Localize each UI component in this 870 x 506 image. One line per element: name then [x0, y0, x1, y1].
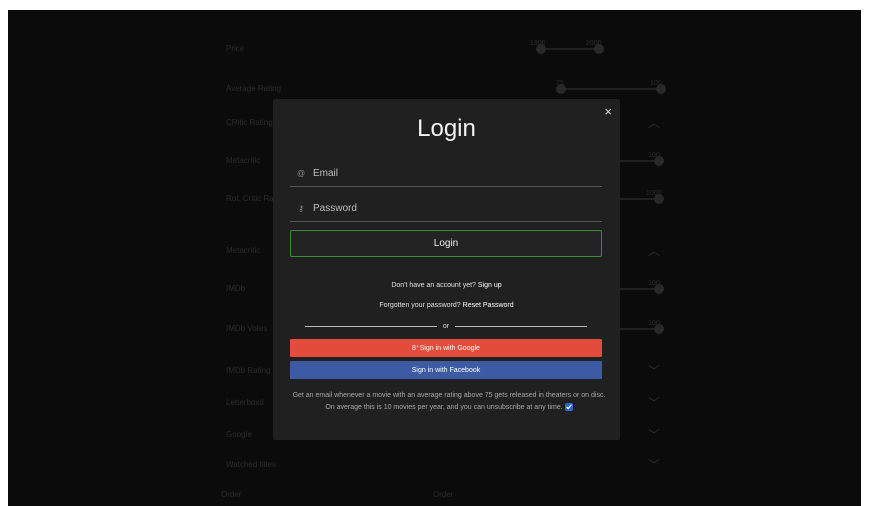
divider-line — [455, 325, 588, 327]
filter-slider: 100 — [618, 280, 664, 294]
filter-label: Price — [226, 44, 245, 53]
filter-slider: 1000 — [618, 190, 664, 204]
filter-slider: 100 — [618, 320, 664, 334]
filter-label: IMDb Rating — [226, 366, 271, 375]
google-signin-label: Sign in with Google — [419, 344, 480, 352]
newsletter-checkbox[interactable] — [564, 403, 573, 412]
or-divider: or — [305, 321, 588, 331]
filter-label: Letterboxd — [226, 398, 264, 407]
newsletter-consent: Get an email whenever a movie with an av… — [290, 390, 608, 414]
app-frame: Price 1900 2000 Average Rating 75 100 CR… — [8, 10, 861, 506]
slider-max: 100 — [648, 320, 660, 327]
signup-link[interactable]: Sign up — [478, 282, 502, 289]
email-input[interactable] — [310, 168, 602, 179]
or-text: or — [442, 322, 450, 330]
chevron-down-icon: ﹀ — [648, 458, 661, 472]
password-input[interactable] — [310, 203, 602, 214]
slider-max: 100 — [648, 280, 660, 287]
filter-slider: 100 — [618, 152, 664, 166]
forgot-prompt: Forgotten your password? — [379, 302, 461, 309]
footer-value: Order — [433, 490, 454, 499]
filter-row: Watched titles ﹀ — [218, 452, 668, 478]
filter-slider: 75 100 — [556, 80, 666, 94]
filter-label: Google — [226, 430, 252, 439]
newsletter-text: Get an email whenever a movie with an av… — [292, 392, 606, 411]
slider-max: 100 — [648, 152, 660, 159]
divider-line — [305, 325, 437, 327]
footer-label: Order — [221, 490, 242, 499]
chevron-down-icon: ﹀ — [648, 428, 661, 442]
slider-max: 100 — [650, 80, 662, 87]
filter-row: Price 1900 2000 — [218, 36, 668, 62]
slider-min: 1900 — [530, 40, 546, 47]
filter-label: CRitic Rating — [226, 118, 273, 127]
at-icon: @ — [296, 169, 306, 178]
chevron-up-icon: ︿ — [648, 116, 661, 130]
email-field: @ — [290, 161, 602, 187]
google-signin-button[interactable]: 8⁺ Sign in with Google — [290, 339, 602, 357]
slider-max: 1000 — [646, 190, 662, 197]
filter-row: Order Order — [213, 482, 663, 506]
slider-min: 75 — [556, 80, 564, 87]
signup-line: Don't have an account yet? Sign up — [273, 282, 620, 289]
slider-max: 2000 — [586, 40, 602, 47]
filter-label: IMDb Votes — [226, 324, 268, 333]
google-icon: 8⁺ — [412, 345, 420, 352]
filter-label: Metacritic — [226, 246, 261, 255]
key-icon: ⚷ — [298, 204, 304, 213]
filter-label: Average Rating — [226, 84, 281, 93]
facebook-signin-label: Sign in with Facebook — [411, 366, 481, 374]
facebook-signin-button[interactable]: Sign in with Facebook — [290, 361, 602, 379]
filter-label: Metacritic — [226, 156, 261, 165]
signup-prompt: Don't have an account yet? — [391, 282, 476, 289]
chevron-down-icon: ﹀ — [648, 396, 661, 410]
forgot-line: Forgotten your password? Reset Password — [273, 302, 620, 309]
chevron-down-icon: ﹀ — [648, 364, 661, 378]
modal-title: Login — [417, 115, 476, 142]
password-field: ⚷ — [290, 196, 602, 222]
reset-password-link[interactable]: Reset Password — [463, 302, 514, 309]
filter-label: IMDb — [226, 284, 246, 293]
filter-slider: 1900 2000 — [530, 40, 604, 54]
filter-label: Watched titles — [226, 460, 276, 469]
chevron-up-icon: ︿ — [648, 244, 661, 258]
login-modal: × Login @ ⚷ Login Don't have an account … — [273, 99, 620, 440]
login-button[interactable]: Login — [290, 230, 602, 257]
